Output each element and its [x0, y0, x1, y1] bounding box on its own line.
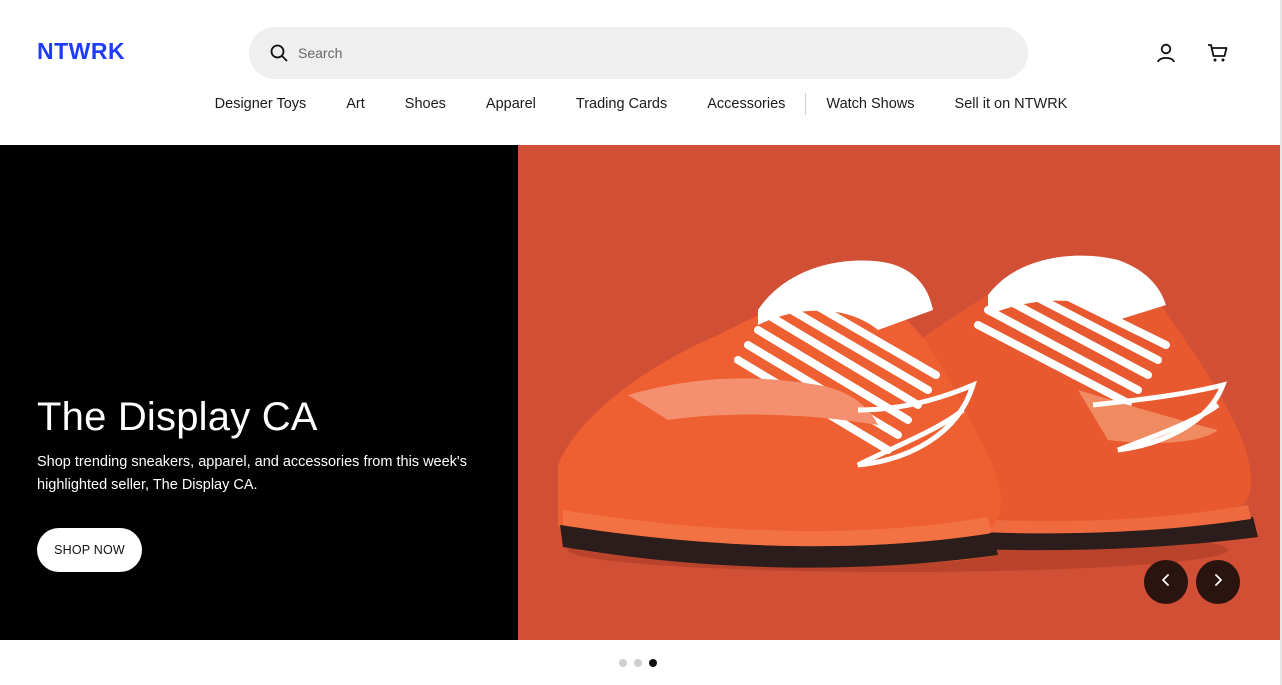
carousel-dot-1[interactable] [619, 659, 627, 667]
carousel-prev-button[interactable] [1144, 560, 1188, 604]
search-icon [269, 43, 289, 63]
page: NTWRK Designer Toys Art Shoes Apparel Tr… [0, 0, 1282, 685]
category-nav: Designer Toys Art Shoes Apparel Trading … [0, 92, 1282, 116]
search-input[interactable] [298, 45, 978, 61]
chevron-left-icon [1161, 573, 1171, 591]
user-icon[interactable] [1155, 42, 1177, 64]
carousel-dot-3[interactable] [649, 659, 657, 667]
hero-text-panel: The Display CA Shop trending sneakers, a… [0, 145, 518, 640]
nav-item-designer-toys[interactable]: Designer Toys [195, 92, 327, 116]
carousel-next-button[interactable] [1196, 560, 1240, 604]
nav-item-trading-cards[interactable]: Trading Cards [556, 92, 687, 116]
nav-item-shoes[interactable]: Shoes [385, 92, 466, 116]
logo[interactable]: NTWRK [37, 38, 125, 65]
chevron-right-icon [1213, 573, 1223, 591]
cart-icon[interactable] [1207, 42, 1229, 64]
carousel-dots [619, 659, 657, 667]
hero-subtitle: Shop trending sneakers, apparel, and acc… [37, 454, 467, 493]
hero-banner[interactable]: The Display CA Shop trending sneakers, a… [0, 145, 1280, 640]
hero-title: The Display CA [37, 395, 318, 439]
nav-item-art[interactable]: Art [326, 92, 385, 116]
nav-item-apparel[interactable]: Apparel [466, 92, 556, 116]
shop-now-button[interactable]: SHOP NOW [37, 528, 142, 572]
carousel-dot-2[interactable] [634, 659, 642, 667]
nav-item-accessories[interactable]: Accessories [687, 92, 805, 116]
search-bar[interactable] [249, 27, 1028, 79]
nav-item-sell[interactable]: Sell it on NTWRK [935, 92, 1088, 116]
nav-item-watch-shows[interactable]: Watch Shows [806, 92, 934, 116]
